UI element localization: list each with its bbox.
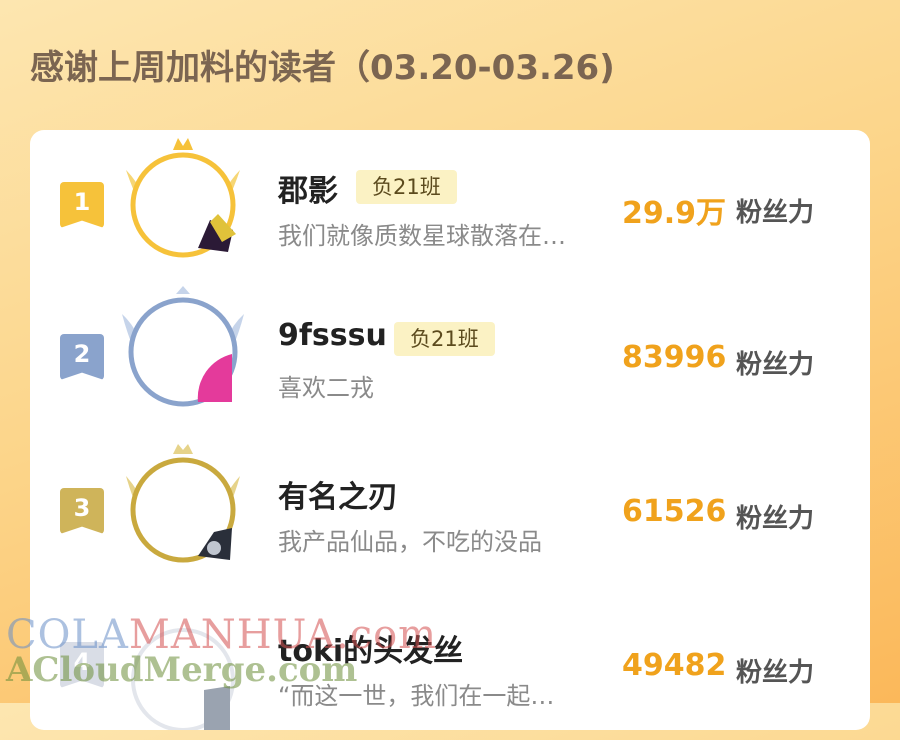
leaderboard-row-1[interactable]: 1 郡影 负21班 我们就像质数星球散落在… 29.9万 粉丝力 <box>30 130 870 280</box>
class-tag: 负21班 <box>394 322 495 356</box>
leaderboard-row-3[interactable]: 3 有名之刃 我产品仙品，不吃的没品 61526 粉丝力 <box>30 436 870 586</box>
rank-badge: 4 <box>60 642 104 688</box>
avatar[interactable] <box>118 282 248 422</box>
leaderboard-row-2[interactable]: 2 9fsssu 负21班 喜欢二戎 83996 粉丝力 <box>30 282 870 432</box>
avatar-frame-icon <box>131 628 235 732</box>
user-bio: 我产品仙品，不吃的没品 <box>278 528 542 556</box>
page-title: 感谢上周加料的读者（03.20-03.26) <box>30 48 615 88</box>
fan-power-label: 粉丝力 <box>736 350 815 380</box>
user-bio: “而这一世，我们在一起… <box>278 682 555 710</box>
avatar[interactable] <box>118 130 248 270</box>
fan-power-label: 粉丝力 <box>736 198 815 228</box>
fan-score: 29.9万 <box>622 196 727 231</box>
rank-badge: 1 <box>60 182 104 228</box>
rank-badge: 3 <box>60 488 104 534</box>
fan-score: 61526 <box>622 494 727 529</box>
fan-score: 49482 <box>622 648 727 683</box>
fan-power-label: 粉丝力 <box>736 504 815 534</box>
username: toki的头发丝 <box>278 634 464 669</box>
username: 有名之刃 <box>278 480 398 515</box>
leaderboard-card: 1 郡影 负21班 我们就像质数星球散落在… 29.9万 粉丝力 2 9fsss… <box>30 130 870 732</box>
user-bio: 喜欢二戎 <box>278 374 374 402</box>
class-tag: 负21班 <box>356 170 457 204</box>
fan-power-label: 粉丝力 <box>736 658 815 688</box>
user-bio: 我们就像质数星球散落在… <box>278 222 566 250</box>
rank-badge: 2 <box>60 334 104 380</box>
avatar[interactable] <box>118 436 248 576</box>
leaderboard-row-4[interactable]: 4 toki的头发丝 “而这一世，我们在一起… 49482 粉丝力 <box>30 590 870 740</box>
username: 9fsssu <box>278 318 387 353</box>
laurel-frame-icon <box>126 444 240 563</box>
fan-score: 83996 <box>622 340 727 375</box>
wing-frame-icon <box>122 286 244 407</box>
avatar[interactable] <box>118 590 248 732</box>
crown-frame-icon <box>126 138 240 258</box>
username: 郡影 <box>278 174 338 209</box>
